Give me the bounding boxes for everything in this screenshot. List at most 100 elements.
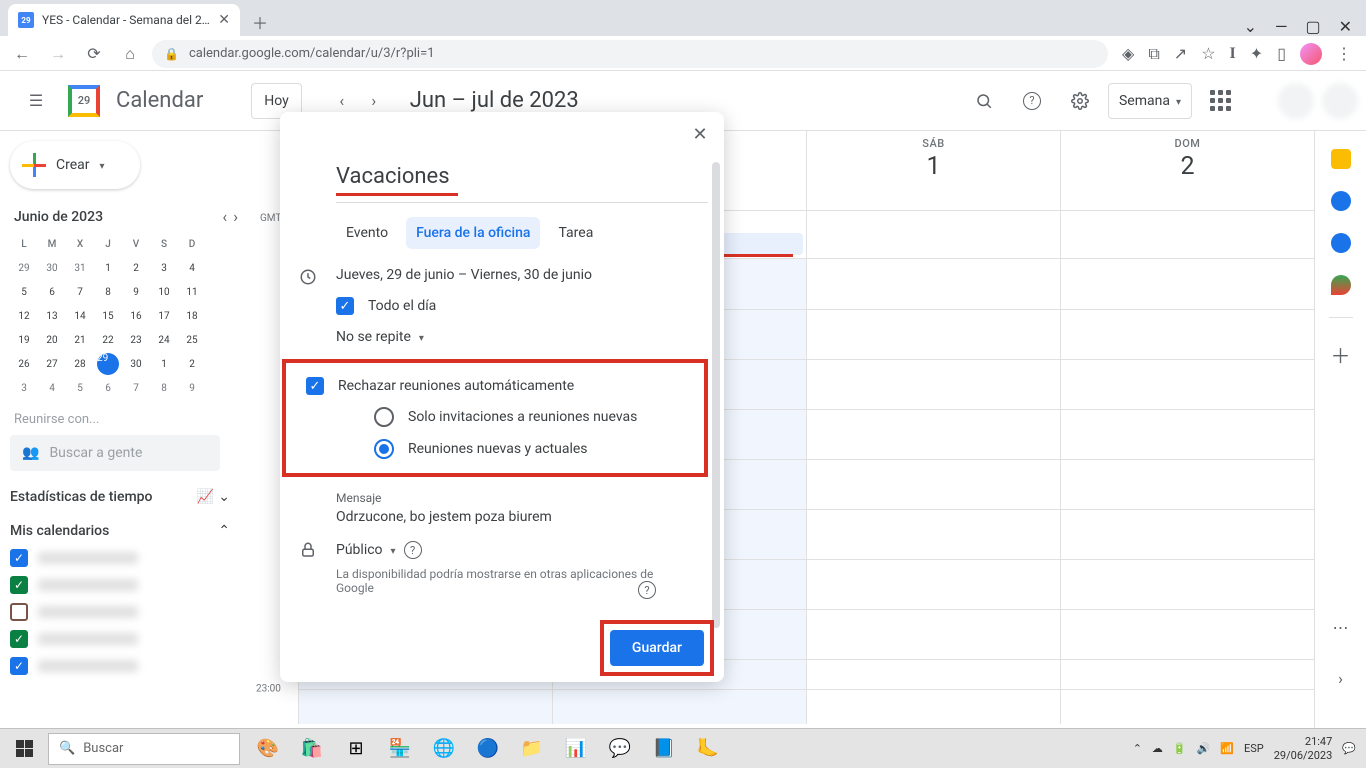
new-tab-button[interactable]: ＋ [246, 8, 274, 36]
letter-i-icon[interactable]: I [1230, 45, 1236, 63]
help-icon[interactable]: ? [404, 541, 422, 559]
calendar-checkbox[interactable] [10, 576, 28, 594]
tab-event[interactable]: Evento [336, 217, 398, 249]
allday-cell-sun[interactable] [1060, 211, 1314, 258]
search-people-input[interactable]: 👥 Buscar a gente [10, 435, 220, 471]
extensions-icon[interactable]: ✦ [1250, 44, 1263, 63]
mini-day[interactable]: 16 [122, 304, 150, 328]
save-button[interactable]: Guardar [610, 630, 704, 666]
day-column-sun[interactable] [1060, 259, 1314, 724]
mini-day[interactable]: 25 [178, 328, 206, 352]
help-icon[interactable]: ? [638, 581, 656, 599]
task-app-1[interactable]: 🎨 [248, 729, 288, 769]
profile-avatar-icon[interactable] [1300, 43, 1322, 65]
task-explorer[interactable]: 📁 [512, 729, 552, 769]
view-selector[interactable]: Semana [1108, 83, 1192, 119]
mini-day[interactable]: 15 [94, 304, 122, 328]
start-button[interactable] [0, 729, 48, 769]
mini-day[interactable]: 9 [178, 376, 206, 400]
repeat-selector[interactable]: No se repite [336, 329, 708, 345]
side-panel-icon[interactable]: ▯ [1277, 44, 1286, 63]
mini-day[interactable]: 31 [66, 256, 94, 280]
calendar-checkbox[interactable] [10, 549, 28, 567]
search-button[interactable] [964, 81, 1004, 121]
mini-day[interactable]: 4 [38, 376, 66, 400]
task-app-2[interactable]: 🛍️ [292, 729, 332, 769]
home-button[interactable]: ⌂ [116, 40, 144, 68]
task-edge[interactable]: 🌐 [424, 729, 464, 769]
google-apps-button[interactable] [1200, 81, 1240, 121]
eye-icon[interactable]: ◈ [1122, 44, 1134, 63]
time-stats-section[interactable]: Estadísticas de tiempo 📈 ⌄ [10, 489, 248, 505]
event-title-input[interactable] [336, 164, 708, 191]
tasks-icon[interactable] [1331, 191, 1351, 211]
open-external-icon[interactable]: ⧉ [1148, 44, 1159, 64]
tray-clock[interactable]: 21:47 29/06/2023 [1274, 735, 1333, 761]
calendar-checkbox[interactable] [10, 657, 28, 675]
close-icon[interactable]: ✕ [1339, 17, 1352, 36]
mini-day[interactable]: 22 [94, 328, 122, 352]
tray-battery-icon[interactable]: 🔋 [1173, 742, 1187, 755]
mini-day[interactable]: 19 [10, 328, 38, 352]
auto-decline-checkbox[interactable]: ✓ [306, 377, 324, 395]
kebab-menu-icon[interactable]: ⋮ [1336, 44, 1352, 63]
forward-button[interactable]: → [44, 40, 72, 68]
minimize-icon[interactable]: — [1275, 17, 1288, 36]
tab-out-of-office[interactable]: Fuera de la oficina [406, 217, 540, 249]
task-app-store[interactable]: 🏪 [380, 729, 420, 769]
taskbar-search[interactable]: 🔍 Buscar [48, 733, 240, 765]
mini-day[interactable]: 11 [178, 280, 206, 304]
allday-checkbox[interactable]: ✓ [336, 297, 354, 315]
date-range[interactable]: Jueves, 29 de junio – Viernes, 30 de jun… [336, 267, 708, 283]
task-view-button[interactable]: ⊞ [336, 729, 376, 769]
task-app-4[interactable]: 💬 [600, 729, 640, 769]
mini-day[interactable]: 2 [122, 256, 150, 280]
calendar-item[interactable] [10, 628, 248, 650]
visibility-selector[interactable]: Público [336, 542, 383, 558]
tray-volume-icon[interactable]: 🔊 [1197, 742, 1211, 755]
mini-day[interactable]: 1 [94, 256, 122, 280]
calendar-item[interactable] [10, 574, 248, 596]
settings-button[interactable] [1060, 81, 1100, 121]
mini-day[interactable]: 3 [10, 376, 38, 400]
mini-prev-button[interactable]: ‹ [222, 207, 227, 226]
help-button[interactable]: ? [1012, 81, 1052, 121]
tab-close-icon[interactable]: ✕ [218, 12, 230, 28]
mini-day[interactable]: 28 [66, 352, 94, 376]
allday-cell-sat[interactable] [806, 211, 1060, 258]
mini-day[interactable]: 29 [10, 256, 38, 280]
tray-cloud-icon[interactable]: ☁ [1152, 742, 1163, 755]
my-calendars-section[interactable]: Mis calendarios ⌃ [10, 523, 248, 539]
mini-day[interactable]: 5 [10, 280, 38, 304]
decline-message-input[interactable]: Odrzucone, bo jestem poza biurem [336, 509, 708, 525]
mini-day[interactable]: 12 [10, 304, 38, 328]
calendar-item[interactable] [10, 601, 248, 623]
url-bar[interactable]: 🔒 calendar.google.com/calendar/u/3/r?pli… [152, 40, 1108, 68]
mini-day[interactable]: 2 [178, 352, 206, 376]
tray-notifications-icon[interactable]: 💬 [1342, 742, 1356, 755]
mini-day[interactable]: 23 [122, 328, 150, 352]
mini-day[interactable]: 30 [122, 352, 150, 376]
account-avatar[interactable] [1278, 83, 1314, 119]
mini-day[interactable]: 20 [38, 328, 66, 352]
mini-day[interactable]: 14 [66, 304, 94, 328]
more-panel-icon[interactable]: ⋯ [1333, 618, 1349, 637]
mini-day[interactable]: 7 [122, 376, 150, 400]
task-app-3[interactable]: 📊 [556, 729, 596, 769]
day-column-sat[interactable] [806, 259, 1060, 724]
mini-day[interactable]: 9 [122, 280, 150, 304]
create-button[interactable]: Crear [10, 141, 140, 189]
maps-icon[interactable] [1331, 275, 1351, 295]
back-button[interactable]: ← [8, 40, 36, 68]
mini-next-button[interactable]: › [233, 207, 238, 226]
star-icon[interactable]: ☆ [1201, 44, 1215, 63]
calendar-item[interactable] [10, 655, 248, 677]
contacts-icon[interactable] [1331, 233, 1351, 253]
radio-new-and-existing[interactable] [374, 439, 394, 459]
mini-day[interactable]: 21 [66, 328, 94, 352]
share-icon[interactable]: ↗ [1174, 44, 1187, 63]
day-header[interactable]: SÁB1 [806, 131, 1060, 210]
calendar-checkbox[interactable] [10, 603, 28, 621]
calendar-checkbox[interactable] [10, 630, 28, 648]
main-menu-button[interactable]: ☰ [16, 81, 56, 121]
